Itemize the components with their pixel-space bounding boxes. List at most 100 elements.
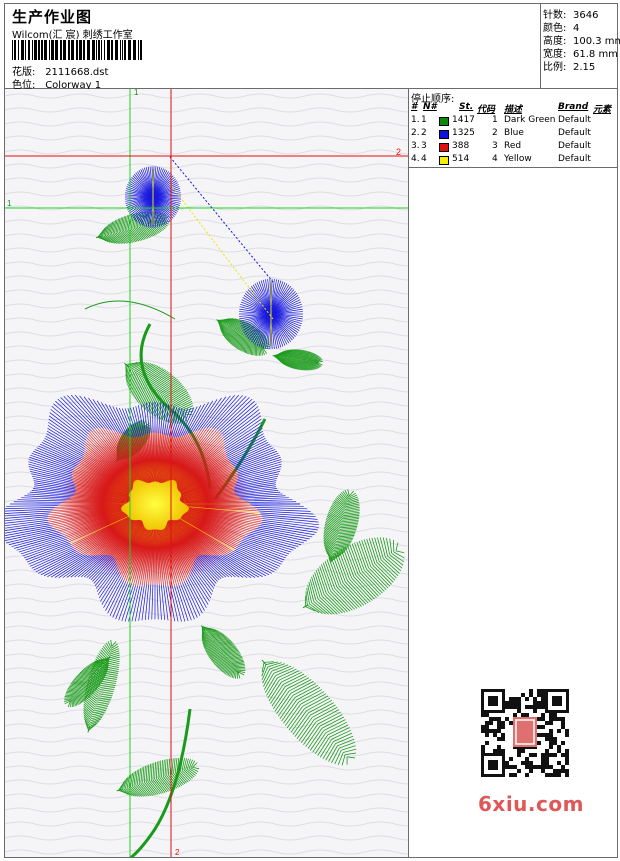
qr-cell xyxy=(513,697,517,701)
qr-cell xyxy=(509,757,513,761)
row-number: 2. xyxy=(411,128,420,138)
stop-row[interactable]: 2. 2 1325 2 Blue Default xyxy=(409,128,618,141)
qr-cell xyxy=(553,737,557,741)
qr-cell xyxy=(501,733,505,737)
qr-cell xyxy=(497,721,501,725)
qr-cell xyxy=(525,713,529,717)
qr-cell xyxy=(517,705,521,709)
qr-cell xyxy=(525,765,529,769)
qr-cell xyxy=(557,749,561,753)
barcode-bar xyxy=(68,40,70,60)
col-header-desc: 描述 xyxy=(504,105,523,115)
barcode-bar xyxy=(18,40,19,60)
qr-cell xyxy=(529,769,533,773)
qr-cell xyxy=(549,737,553,741)
qr-cell xyxy=(509,697,513,701)
qr-cell xyxy=(501,749,505,753)
design-canvas[interactable]: 1 1 2 2 xyxy=(5,89,409,857)
barcode-bar xyxy=(38,40,40,60)
qr-cell xyxy=(549,729,553,733)
qr-cell xyxy=(537,717,541,721)
row-code: 4 xyxy=(492,154,498,164)
qr-cell xyxy=(513,713,517,717)
qr-cell xyxy=(497,745,501,749)
row-needle: 4 xyxy=(421,154,427,164)
barcode-bar xyxy=(96,40,97,60)
qr-cell xyxy=(521,749,525,753)
stop-row[interactable]: 1. 1 1417 1 Dark Green Default xyxy=(409,115,618,128)
stop-row[interactable]: 4. 4 514 4 Yellow Default xyxy=(409,154,618,167)
col-header-brand: Brand xyxy=(558,102,589,112)
qr-cell xyxy=(497,729,501,733)
barcode-bar xyxy=(28,40,30,60)
qr-cell xyxy=(517,697,521,701)
qr-cell xyxy=(517,769,521,773)
color-swatch xyxy=(439,143,449,152)
qr-cell xyxy=(533,701,537,705)
qr-cell xyxy=(537,689,541,693)
qr-cell xyxy=(545,737,549,741)
qr-cell xyxy=(529,753,533,757)
qr-cell xyxy=(485,733,489,737)
qr-cell xyxy=(537,701,541,705)
qr-cell xyxy=(488,696,498,706)
col-header-code: 代码 xyxy=(477,105,496,115)
qr-cell xyxy=(521,761,525,765)
qr-cell xyxy=(541,765,545,769)
qr-cell xyxy=(565,753,569,757)
qr-cell xyxy=(549,721,553,725)
barcode-bar xyxy=(14,40,16,60)
barcode-bar xyxy=(63,40,66,60)
qr-cell xyxy=(549,713,553,717)
qr-cell xyxy=(509,773,513,777)
qr-cell xyxy=(493,729,497,733)
qr-cell xyxy=(545,733,549,737)
qr-cell xyxy=(529,693,533,697)
barcode-bar xyxy=(49,40,50,60)
barcode-bar xyxy=(25,40,26,60)
row-code: 2 xyxy=(492,128,498,138)
qr-cell xyxy=(561,717,565,721)
qr-cell xyxy=(489,721,493,725)
stop-row[interactable]: 3. 3 388 3 Red Default xyxy=(409,141,618,154)
qr-cell xyxy=(545,765,549,769)
header-panel: 生产作业图 Wilcom(汇 宸) 刺绣工作室 花版: 2111668.dst … xyxy=(4,3,541,91)
qr-cell xyxy=(557,769,561,773)
qr-cell xyxy=(549,773,553,777)
barcode-bar xyxy=(98,40,100,60)
barcode-bar xyxy=(51,40,54,60)
qr-cell xyxy=(485,741,489,745)
qr-cell xyxy=(541,757,545,761)
barcode-bar xyxy=(32,40,33,60)
color-swatch xyxy=(439,117,449,126)
row-description: Blue xyxy=(504,128,524,138)
qr-cell xyxy=(533,705,537,709)
row-brand: Default xyxy=(558,115,591,125)
qr-cell xyxy=(517,749,521,753)
row-number: 1. xyxy=(411,115,420,125)
col-header-element: 元素 xyxy=(593,105,612,115)
qr-cell xyxy=(541,717,545,721)
row-brand: Default xyxy=(558,128,591,138)
barcode-bar xyxy=(104,40,105,60)
qr-cell xyxy=(541,689,545,693)
qr-cell xyxy=(541,753,545,757)
qr-cell xyxy=(541,769,545,773)
qr-cell xyxy=(549,745,553,749)
col-header-n: N# xyxy=(423,102,437,112)
qr-cell xyxy=(529,705,533,709)
guide-label-h1: 1 xyxy=(7,199,12,208)
qr-cell xyxy=(561,753,565,757)
table-divider xyxy=(409,167,618,168)
qr-cell xyxy=(537,733,541,737)
qr-cell xyxy=(553,713,557,717)
qr-code[interactable] xyxy=(471,679,579,787)
qr-cell xyxy=(509,701,513,705)
qr-cell xyxy=(537,725,541,729)
barcode-bar xyxy=(60,40,62,60)
barcode-bar xyxy=(124,40,126,60)
qr-cell xyxy=(521,713,525,717)
barcode-bar xyxy=(111,40,113,60)
qr-cell xyxy=(565,769,569,773)
qr-cell xyxy=(505,761,509,765)
